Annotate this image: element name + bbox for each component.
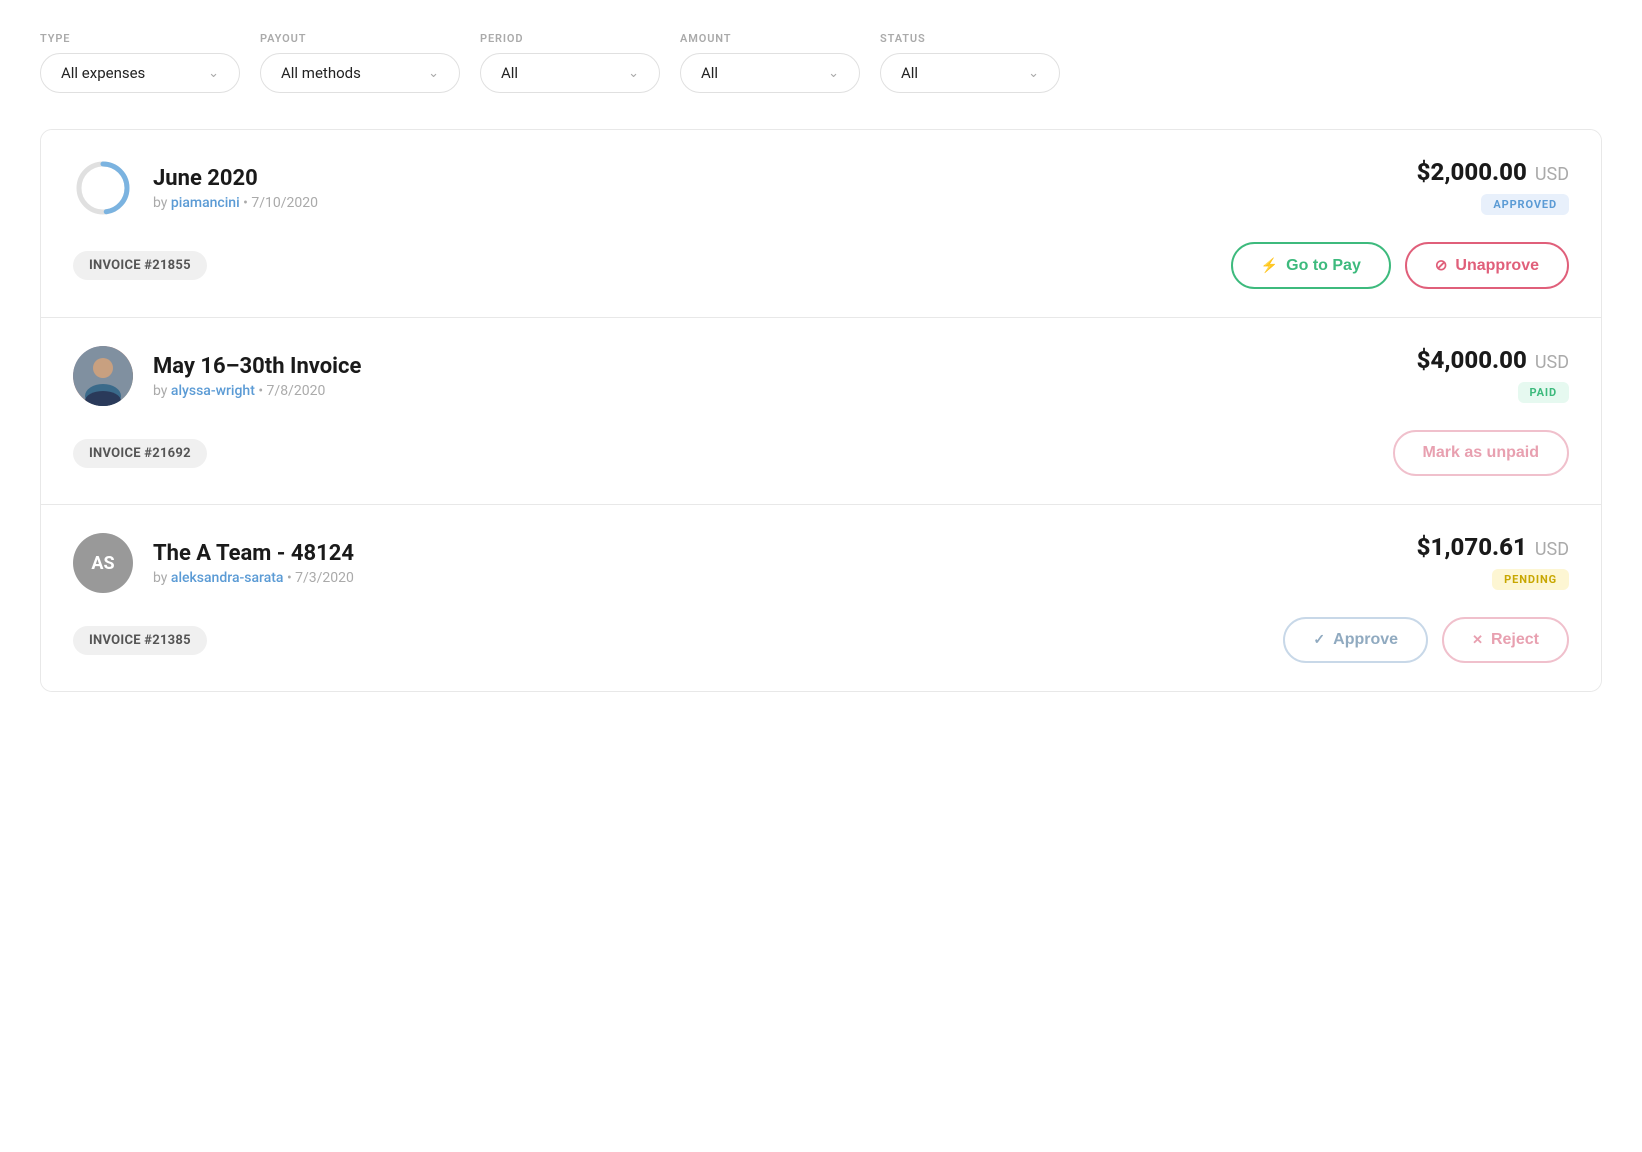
pay-icon <box>1261 257 1278 275</box>
reject-label: Reject <box>1491 631 1539 649</box>
filter-bar: TYPE All expenses ⌄ PAYOUT All methods ⌄… <box>40 32 1602 93</box>
go-to-pay-label: Go to Pay <box>1286 257 1361 275</box>
action-buttons: Mark as unpaid <box>1393 430 1569 476</box>
invoice-title: The A Team - 48124 <box>153 541 354 566</box>
amount-value: $4,000.00 <box>1417 346 1527 374</box>
status-filter[interactable]: All ⌄ <box>880 53 1060 93</box>
status-badge: APPROVED <box>1481 194 1569 215</box>
action-buttons: Go to Pay Unapprove <box>1231 242 1569 289</box>
unapprove-button[interactable]: Unapprove <box>1405 242 1569 289</box>
period-filter-group: PERIOD All ⌄ <box>480 32 660 93</box>
action-buttons: Approve Reject <box>1283 617 1569 663</box>
invoice-number-badge: INVOICE #21855 <box>73 251 207 280</box>
mark-unpaid-button[interactable]: Mark as unpaid <box>1393 430 1569 476</box>
period-filter[interactable]: All ⌄ <box>480 53 660 93</box>
approve-label: Approve <box>1333 631 1398 649</box>
amount-currency: USD <box>1535 352 1569 373</box>
invoice-card: AS The A Team - 48124 by aleksandra-sara… <box>41 505 1601 691</box>
type-filter-label: TYPE <box>40 32 240 45</box>
reject-button[interactable]: Reject <box>1442 617 1569 663</box>
invoice-card: May 16–30th Invoice by alyssa-wright • 7… <box>41 318 1601 505</box>
type-filter-group: TYPE All expenses ⌄ <box>40 32 240 93</box>
amount-filter-value: All <box>701 64 718 82</box>
invoice-number-badge: INVOICE #21692 <box>73 439 207 468</box>
invoice-meta: by piamancini • 7/10/2020 <box>153 195 318 211</box>
status-filter-value: All <box>901 64 918 82</box>
amount-value: $2,000.00 <box>1417 158 1527 186</box>
invoice-list: June 2020 by piamancini • 7/10/2020 $2,0… <box>40 129 1602 692</box>
amount-filter-label: AMOUNT <box>680 32 860 45</box>
period-filter-value: All <box>501 64 518 82</box>
invoice-title: May 16–30th Invoice <box>153 354 361 379</box>
user-link[interactable]: alyssa-wright <box>171 383 255 399</box>
avatar <box>73 346 133 406</box>
invoice-amount: $4,000.00 USD <box>1417 346 1569 374</box>
avatar <box>73 158 133 218</box>
chevron-down-icon: ⌄ <box>828 66 839 81</box>
payout-filter-value: All methods <box>281 64 361 82</box>
payout-filter[interactable]: All methods ⌄ <box>260 53 460 93</box>
invoice-amount: $2,000.00 USD <box>1417 158 1569 186</box>
user-link[interactable]: piamancini <box>171 195 240 211</box>
avatar: AS <box>73 533 133 593</box>
block-icon <box>1435 256 1448 275</box>
amount-currency: USD <box>1535 539 1569 560</box>
invoice-card: June 2020 by piamancini • 7/10/2020 $2,0… <box>41 130 1601 318</box>
invoice-title: June 2020 <box>153 166 318 191</box>
amount-filter-group: AMOUNT All ⌄ <box>680 32 860 93</box>
type-filter[interactable]: All expenses ⌄ <box>40 53 240 93</box>
payout-filter-group: PAYOUT All methods ⌄ <box>260 32 460 93</box>
status-badge: PENDING <box>1492 569 1569 590</box>
chevron-down-icon: ⌄ <box>208 66 219 81</box>
amount-filter[interactable]: All ⌄ <box>680 53 860 93</box>
amount-currency: USD <box>1535 164 1569 185</box>
invoice-meta: by alyssa-wright • 7/8/2020 <box>153 383 361 399</box>
go-to-pay-button[interactable]: Go to Pay <box>1231 242 1391 289</box>
chevron-down-icon: ⌄ <box>428 66 439 81</box>
status-badge: PAID <box>1518 382 1569 403</box>
chevron-down-icon: ⌄ <box>1028 66 1039 81</box>
invoice-meta: by aleksandra-sarata • 7/3/2020 <box>153 570 354 586</box>
amount-value: $1,070.61 <box>1417 533 1527 561</box>
invoice-amount: $1,070.61 USD <box>1417 533 1569 561</box>
user-link[interactable]: aleksandra-sarata <box>171 570 284 586</box>
approve-button[interactable]: Approve <box>1283 617 1428 663</box>
payout-filter-label: PAYOUT <box>260 32 460 45</box>
period-filter-label: PERIOD <box>480 32 660 45</box>
status-filter-group: STATUS All ⌄ <box>880 32 1060 93</box>
x-icon <box>1472 631 1483 649</box>
invoice-number-badge: INVOICE #21385 <box>73 626 207 655</box>
check-icon <box>1313 631 1325 649</box>
avatar-initials: AS <box>91 553 114 574</box>
unapprove-label: Unapprove <box>1455 257 1539 275</box>
chevron-down-icon: ⌄ <box>628 66 639 81</box>
status-filter-label: STATUS <box>880 32 1060 45</box>
mark-unpaid-label: Mark as unpaid <box>1423 444 1539 462</box>
type-filter-value: All expenses <box>61 64 145 82</box>
